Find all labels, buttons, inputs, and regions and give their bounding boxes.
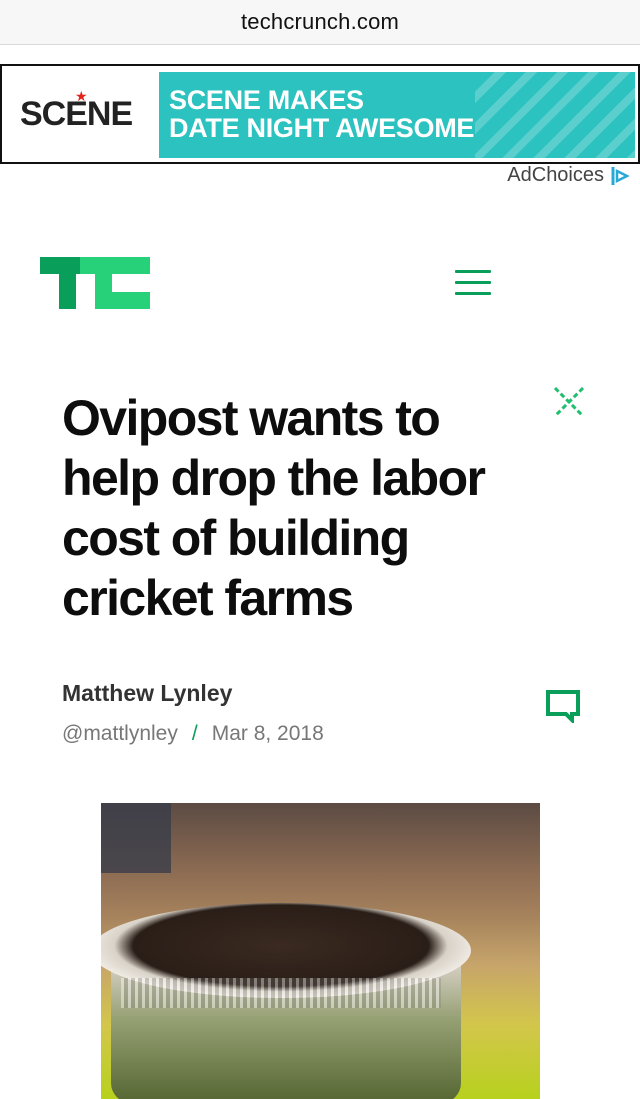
meta-separator: / bbox=[191, 722, 198, 745]
adchoices-link[interactable]: AdChoices bbox=[507, 164, 632, 187]
author-handle[interactable]: @mattlynley bbox=[62, 722, 178, 746]
author-name[interactable]: Matthew Lynley bbox=[62, 680, 232, 707]
adchoices-label: AdChoices bbox=[507, 164, 604, 186]
star-icon: ★ bbox=[75, 88, 88, 104]
comment-icon[interactable] bbox=[545, 689, 581, 723]
url-bar[interactable]: techcrunch.com bbox=[0, 0, 640, 45]
article-meta: @mattlynley / Mar 8, 2018 bbox=[62, 722, 324, 746]
image-background-shadow bbox=[101, 803, 171, 873]
ad-brand-logo: SCENE ★ bbox=[20, 88, 150, 138]
advertisement-banner[interactable]: SCENE ★ SCENE MAKES DATE NIGHT AWESOME bbox=[0, 64, 640, 164]
ad-headline-line1: SCENE MAKES bbox=[169, 85, 364, 115]
ad-headline-panel: SCENE MAKES DATE NIGHT AWESOME bbox=[159, 72, 635, 158]
article-hero-image bbox=[101, 803, 540, 1099]
hamburger-menu-icon[interactable] bbox=[455, 270, 491, 296]
publish-date: Mar 8, 2018 bbox=[211, 722, 324, 745]
ad-headline: SCENE MAKES DATE NIGHT AWESOME bbox=[169, 86, 474, 142]
url-text: techcrunch.com bbox=[240, 9, 400, 34]
article-title: Ovipost wants to help drop the labor cos… bbox=[62, 390, 486, 626]
ad-stripes-decoration bbox=[475, 72, 635, 158]
image-cup-ridges bbox=[121, 978, 441, 1008]
close-icon[interactable] bbox=[551, 384, 587, 420]
techcrunch-logo[interactable] bbox=[40, 257, 150, 309]
ad-headline-line2: DATE NIGHT AWESOME bbox=[169, 113, 475, 143]
adchoices-icon bbox=[611, 166, 630, 185]
